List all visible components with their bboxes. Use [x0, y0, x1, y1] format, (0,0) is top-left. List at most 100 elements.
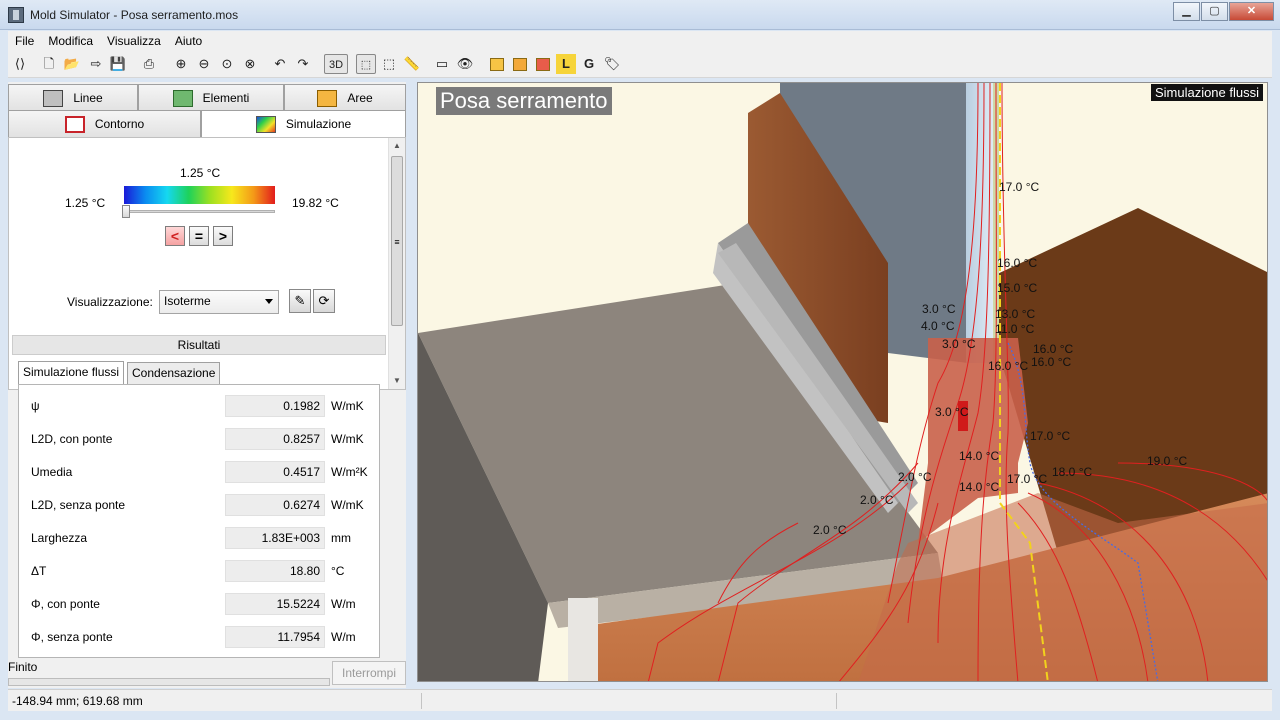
result-unit: W/mK: [331, 399, 364, 413]
tab-condensazione[interactable]: Condensazione: [127, 362, 221, 384]
area-tool-1-icon[interactable]: [487, 54, 507, 74]
g-tool-icon[interactable]: G: [579, 54, 599, 74]
tab-elementi-label: Elementi: [202, 91, 250, 105]
open-file-icon[interactable]: 📂: [62, 54, 82, 74]
result-label: L2D, con ponte: [31, 432, 113, 446]
select-icon[interactable]: ⬚: [356, 54, 376, 74]
result-value: 0.6274: [225, 494, 325, 516]
status-separator: [836, 693, 837, 709]
area-tool-3-icon[interactable]: [533, 54, 553, 74]
3d-viewport[interactable]: Posa serramento Simulazione flussi 17.0 …: [417, 82, 1268, 682]
result-value: 15.5224: [225, 593, 325, 615]
status-separator: [421, 693, 422, 709]
isotherm-label: 16.0 °C: [1031, 355, 1072, 369]
pan-icon[interactable]: ⟨⟩: [10, 54, 30, 74]
isotherm-label: 18.0 °C: [1052, 465, 1093, 479]
zoom-reset-icon[interactable]: ⊗: [240, 54, 260, 74]
menu-file[interactable]: File: [8, 34, 41, 48]
print-icon[interactable]: ⎙: [139, 54, 159, 74]
measure-icon[interactable]: 📏: [402, 54, 422, 74]
isotherm-label: 16.0 °C: [1033, 342, 1074, 356]
app-icon: [8, 7, 24, 23]
scale-max-value: 19.82 °C: [292, 196, 339, 210]
result-row: L2D, senza ponte 0.6274 W/mK: [19, 494, 379, 516]
result-unit: W/mK: [331, 498, 364, 512]
maximize-button[interactable]: ▢: [1201, 2, 1228, 21]
window-controls: ▁ ▢ ✕: [1172, 2, 1274, 21]
stop-button[interactable]: Interrompi: [332, 661, 406, 685]
result-label: ΔT: [31, 564, 47, 578]
isotherm-label: 17.0 °C: [1007, 472, 1048, 486]
tab-aree-label: Aree: [347, 91, 373, 105]
tab-simulazione[interactable]: Simulazione: [201, 110, 406, 137]
scroll-thumb[interactable]: ≡: [391, 156, 403, 326]
isotherm-label: 19.0 °C: [1147, 454, 1188, 468]
viewport-title: Posa serramento: [436, 87, 612, 115]
scale-min-value: 1.25 °C: [65, 196, 106, 210]
simulation-scrollbar[interactable]: ▲ ≡ ▼: [388, 138, 405, 389]
isotherm-label: 3.0 °C: [922, 302, 956, 316]
area-tool-2-icon[interactable]: [510, 54, 530, 74]
color-picker-icon[interactable]: ✎: [289, 289, 311, 313]
export-icon[interactable]: ⇨: [86, 54, 106, 74]
tab-linee[interactable]: Linee: [8, 84, 138, 111]
new-file-icon[interactable]: 🗋: [39, 54, 59, 74]
progress-bar: [8, 678, 330, 686]
cursor-coordinates: -148.94 mm; 619.68 mm: [12, 694, 143, 708]
result-unit: W/m: [331, 597, 356, 611]
eye-icon[interactable]: 👁: [455, 54, 475, 74]
zoom-out-icon[interactable]: ⊖: [194, 54, 214, 74]
result-row: Φ, con ponte 15.5224 W/m: [19, 593, 379, 615]
prev-button[interactable]: <: [165, 226, 185, 246]
result-label: Umedia: [31, 465, 73, 479]
chevron-down-icon: [265, 299, 273, 304]
result-value: 11.7954: [225, 626, 325, 648]
select-area-icon[interactable]: ⬚: [379, 54, 399, 74]
status-bar: -148.94 mm; 619.68 mm: [8, 689, 1272, 711]
equal-button[interactable]: =: [189, 226, 209, 246]
undo-icon[interactable]: ↶: [270, 54, 290, 74]
refresh-icon[interactable]: ⟳: [313, 289, 335, 313]
results-table: ψ 0.1982 W/mK L2D, con ponte 0.8257 W/mK…: [18, 384, 380, 658]
tag-icon[interactable]: 🏷: [602, 54, 622, 74]
menu-bar: File Modifica Visualizza Aiuto: [8, 31, 1272, 50]
scale-slider-track[interactable]: [124, 210, 275, 213]
toolbar: ⟨⟩ 🗋 📂 ⇨ 💾 ⎙ ⊕ ⊖ ⊙ ⊗ ↶ ↷ 3D ⬚ ⬚ 📏 ▭ 👁 L …: [8, 50, 1272, 78]
menu-aiuto[interactable]: Aiuto: [168, 34, 209, 48]
tab-row-1: Linee Elementi Aree: [8, 84, 406, 111]
isotherm-label: 2.0 °C: [813, 523, 847, 537]
result-row: Φ, senza ponte 11.7954 W/m: [19, 626, 379, 648]
zoom-fit-icon[interactable]: ⊙: [217, 54, 237, 74]
tab-aree[interactable]: Aree: [284, 84, 406, 111]
isotherm-label: 16.0 °C: [988, 359, 1029, 373]
result-label: L2D, senza ponte: [31, 498, 126, 512]
scroll-down-icon[interactable]: ▼: [389, 373, 405, 389]
result-unit: °C: [331, 564, 345, 578]
isotherm-label: 2.0 °C: [898, 470, 932, 484]
result-unit: mm: [331, 531, 351, 545]
minimize-button[interactable]: ▁: [1173, 2, 1200, 21]
menu-visualizza[interactable]: Visualizza: [100, 34, 168, 48]
model-render: [418, 83, 1267, 681]
close-button[interactable]: ✕: [1229, 2, 1274, 21]
comment-icon[interactable]: ▭: [432, 54, 452, 74]
areas-icon: [317, 89, 338, 107]
view-3d-button[interactable]: 3D: [324, 54, 348, 74]
result-value: 0.8257: [225, 428, 325, 450]
tab-elementi[interactable]: Elementi: [138, 84, 284, 111]
redo-icon[interactable]: ↷: [293, 54, 313, 74]
l-tool-icon[interactable]: L: [556, 54, 576, 74]
zoom-in-icon[interactable]: ⊕: [171, 54, 191, 74]
scroll-up-icon[interactable]: ▲: [389, 138, 405, 154]
scale-slider-thumb[interactable]: [122, 205, 130, 218]
tab-contorno[interactable]: Contorno: [8, 110, 201, 137]
result-value: 1.83E+003: [225, 527, 325, 549]
save-icon[interactable]: 💾: [108, 54, 128, 74]
isotherm-label: 3.0 °C: [942, 337, 976, 351]
visualization-select[interactable]: Isoterme: [159, 290, 279, 314]
menu-modifica[interactable]: Modifica: [41, 34, 100, 48]
tab-simulazione-flussi[interactable]: Simulazione flussi: [18, 361, 125, 384]
next-button[interactable]: >: [213, 226, 233, 246]
isotherm-label: 14.0 °C: [959, 480, 1000, 494]
result-label: Φ, con ponte: [31, 597, 100, 611]
